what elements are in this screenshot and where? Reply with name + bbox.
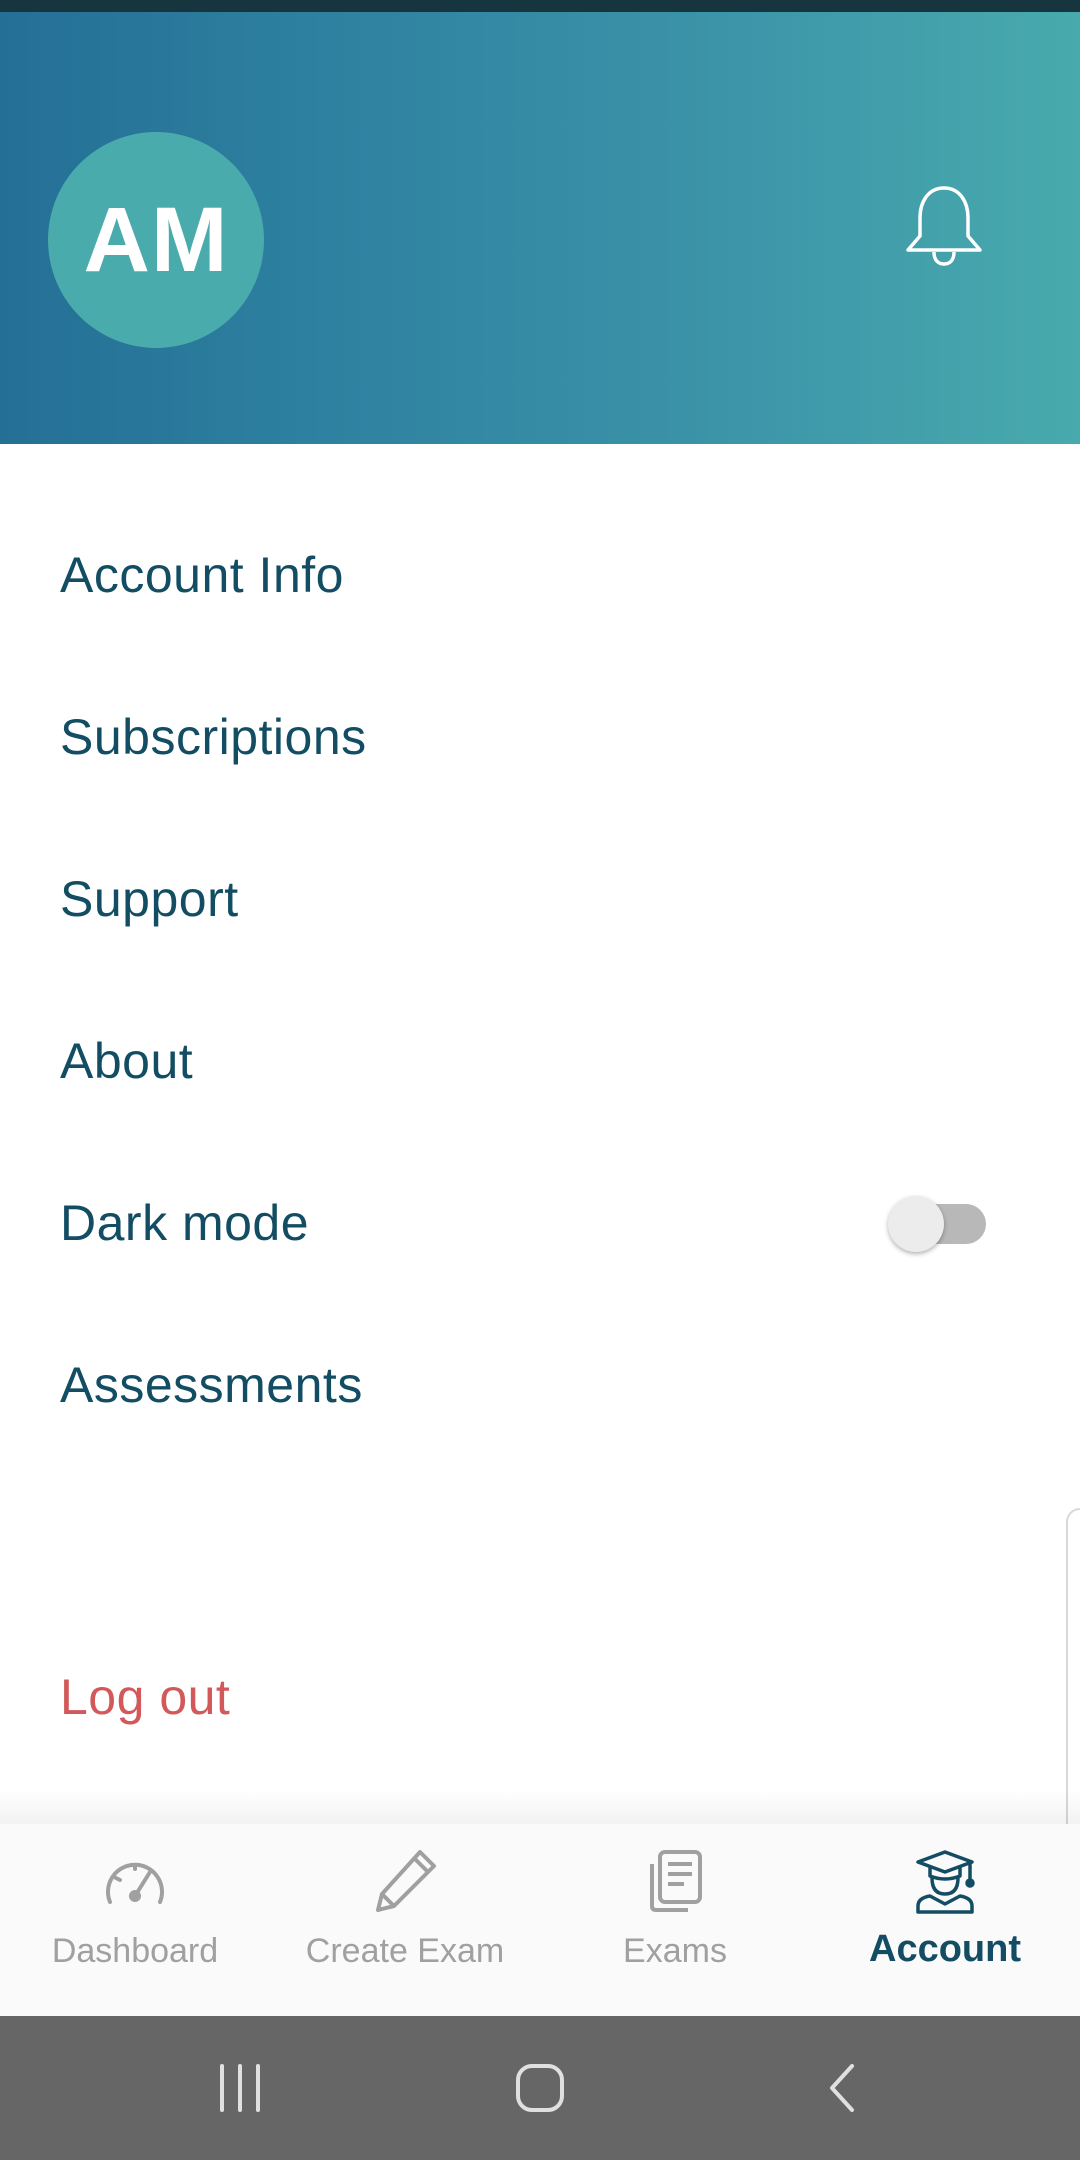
bell-icon[interactable]	[898, 180, 990, 272]
recent-apps-icon[interactable]	[208, 2056, 272, 2120]
menu-item-account-info[interactable]: Account Info	[0, 494, 1080, 656]
dark-mode-toggle[interactable]	[888, 1196, 988, 1252]
tab-account[interactable]: Account	[810, 1824, 1080, 2016]
menu-item-label: Subscriptions	[60, 709, 367, 765]
back-icon[interactable]	[812, 2056, 876, 2120]
menu-item-label: About	[60, 1033, 194, 1089]
menu-item-label: Account Info	[60, 547, 344, 603]
tab-label: Exams	[623, 1932, 727, 1970]
home-icon[interactable]	[508, 2056, 572, 2120]
menu-item-assessments[interactable]: Assessments	[0, 1304, 1080, 1466]
menu-item-support[interactable]: Support	[0, 818, 1080, 980]
menu-item-label: Assessments	[60, 1357, 363, 1413]
graduate-icon	[910, 1846, 980, 1916]
menu-item-label: Support	[60, 871, 239, 927]
speedometer-icon	[100, 1846, 170, 1916]
tab-label: Account	[869, 1928, 1021, 1970]
avatar-initials: AM	[83, 188, 229, 291]
menu-item-subscriptions[interactable]: Subscriptions	[0, 656, 1080, 818]
tab-label: Create Exam	[305, 1932, 505, 1970]
documents-icon	[640, 1846, 710, 1916]
logout-label: Log out	[60, 1669, 231, 1725]
menu-item-label: Dark mode	[60, 1195, 310, 1251]
status-bar	[0, 0, 1080, 12]
tab-dashboard[interactable]: Dashboard	[0, 1824, 270, 2016]
toggle-knob	[888, 1196, 944, 1252]
logout-button[interactable]: Log out	[0, 1616, 1080, 1778]
system-navigation-bar	[0, 2016, 1080, 2160]
tab-label: Dashboard	[51, 1932, 219, 1970]
pencil-icon	[370, 1846, 440, 1916]
tab-create-exam[interactable]: Create Exam	[270, 1824, 540, 2016]
menu-item-dark-mode: Dark mode	[0, 1142, 1080, 1304]
menu-item-about[interactable]: About	[0, 980, 1080, 1142]
profile-header: AM	[0, 12, 1080, 444]
tab-exams[interactable]: Exams	[540, 1824, 810, 2016]
tabbar-shadow	[0, 1790, 1080, 1824]
avatar[interactable]: AM	[48, 132, 264, 348]
bottom-tab-bar: Dashboard Create Exam Exams Account	[0, 1824, 1080, 2016]
